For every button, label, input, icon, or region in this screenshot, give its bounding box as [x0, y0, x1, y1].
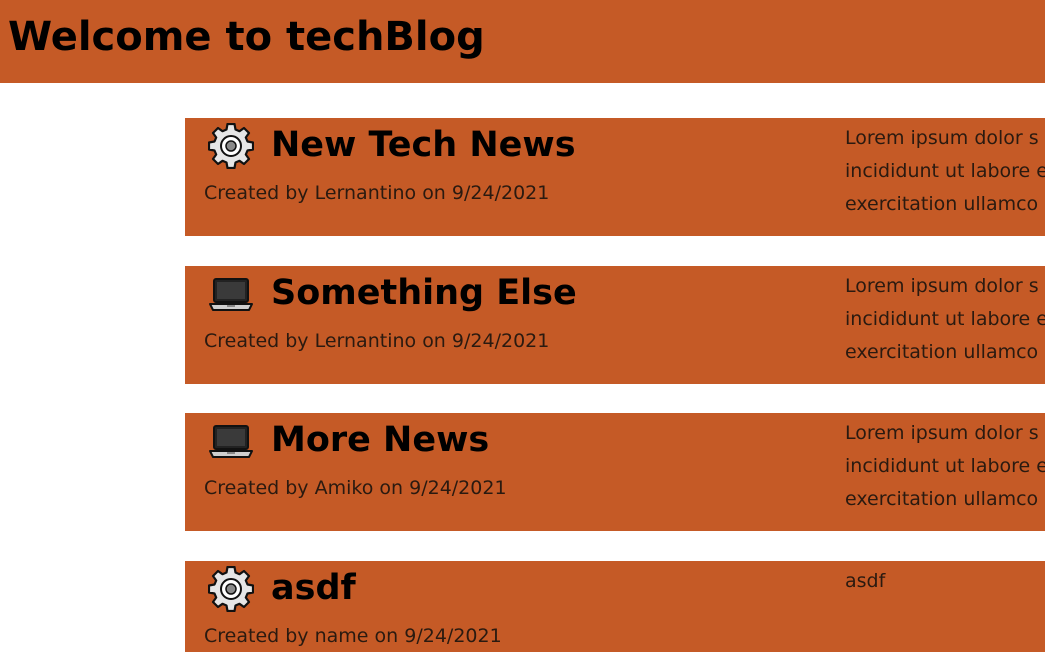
post-body: Lorem ipsum dolor s incididunt ut labore…	[845, 270, 1045, 369]
post-body-line: exercitation ullamco	[845, 488, 1039, 510]
post-body-line: Lorem ipsum dolor s	[845, 422, 1039, 444]
post-meta: Created by Lernantino on 9/24/2021	[204, 328, 549, 354]
on-label: on	[422, 182, 446, 204]
post-author: Amiko	[314, 477, 374, 499]
post-body-line: incididunt ut labore e	[845, 160, 1045, 182]
post-body-line: incididunt ut labore e	[845, 308, 1045, 330]
post-date: 9/24/2021	[451, 182, 550, 204]
created-by-label: Created by	[204, 477, 309, 499]
post-date: 9/24/2021	[404, 625, 502, 647]
post-body-line: exercitation ullamco	[845, 341, 1039, 363]
post-card[interactable]: New Tech News Created by Lernantino on 9…	[185, 118, 1045, 236]
on-label: on	[374, 625, 399, 647]
post-date: 9/24/2021	[409, 477, 507, 499]
post-body-line: incididunt ut labore e	[845, 455, 1045, 477]
post-author: Lernantino	[314, 330, 417, 352]
post-title[interactable]: Something Else	[271, 269, 577, 317]
post-title[interactable]: More News	[271, 416, 489, 464]
post-meta: Created by name on 9/24/2021	[204, 623, 502, 649]
site-header: Welcome to techBlog	[0, 0, 1045, 83]
post-card[interactable]: More News Created by Amiko on 9/24/2021 …	[185, 413, 1045, 531]
post-meta: Created by Amiko on 9/24/2021	[204, 475, 507, 501]
created-by-label: Created by	[204, 330, 309, 352]
laptop-icon	[208, 418, 254, 464]
created-by-label: Created by	[204, 182, 309, 204]
page-title: Welcome to techBlog	[8, 14, 485, 60]
post-title[interactable]: asdf	[271, 564, 356, 612]
post-title[interactable]: New Tech News	[271, 121, 576, 169]
post-body-line: Lorem ipsum dolor s	[845, 127, 1039, 149]
post-card[interactable]: asdf Created by name on 9/24/2021 asdf	[185, 561, 1045, 652]
created-by-label: Created by	[204, 625, 309, 647]
post-card[interactable]: Something Else Created by Lernantino on …	[185, 266, 1045, 384]
post-meta: Created by Lernantino on 9/24/2021	[204, 180, 549, 206]
on-label: on	[422, 330, 446, 352]
post-body-line: exercitation ullamco	[845, 193, 1039, 215]
on-label: on	[379, 477, 404, 499]
post-body-line: Lorem ipsum dolor s	[845, 275, 1039, 297]
post-author: name	[314, 625, 369, 647]
post-body: asdf	[845, 565, 1045, 598]
post-body: Lorem ipsum dolor s incididunt ut labore…	[845, 122, 1045, 221]
gear-icon	[207, 122, 255, 170]
laptop-icon	[208, 271, 254, 317]
gear-icon	[207, 565, 255, 613]
post-body: Lorem ipsum dolor s incididunt ut labore…	[845, 417, 1045, 516]
post-body-line: asdf	[845, 570, 886, 592]
post-date: 9/24/2021	[451, 330, 550, 352]
post-author: Lernantino	[314, 182, 417, 204]
